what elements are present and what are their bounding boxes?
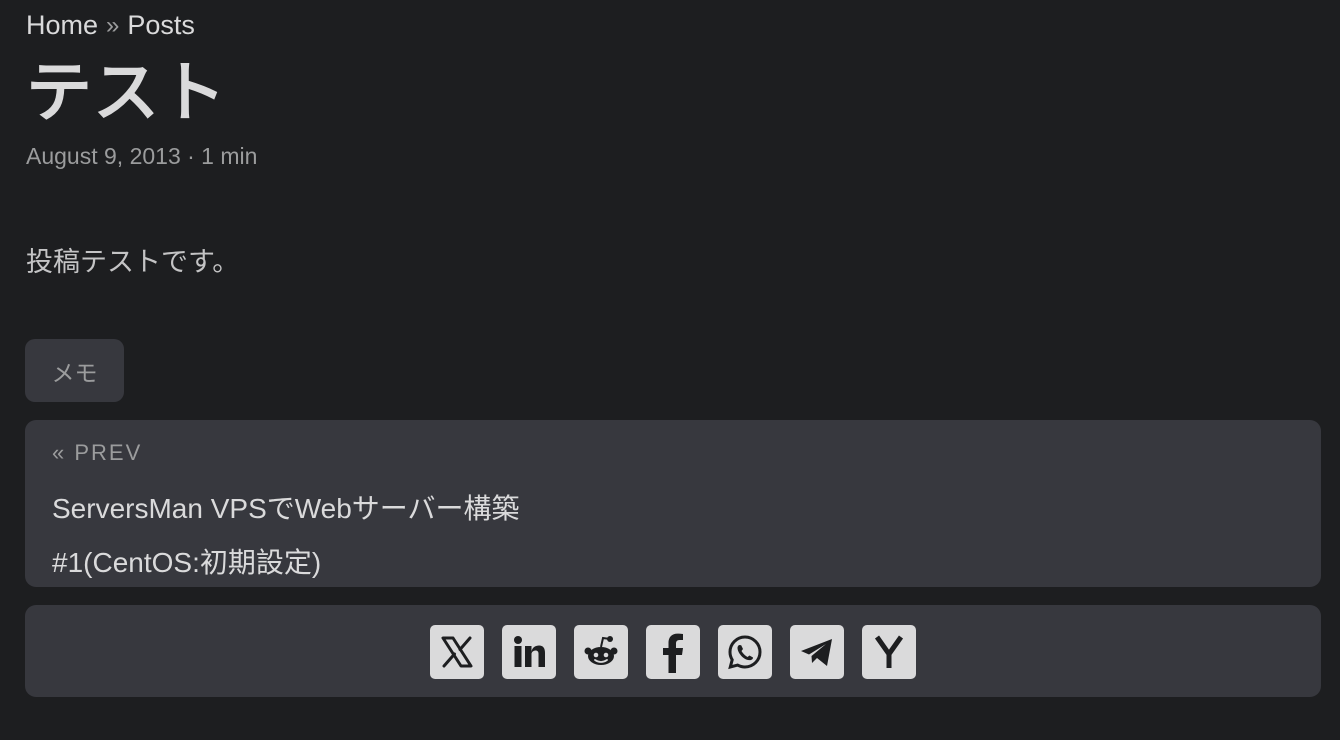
- share-linkedin-button[interactable]: [502, 625, 556, 679]
- prev-label: « PREV: [52, 440, 143, 465]
- prev-post-title-line1: ServersMan VPSでWebサーバー構築: [52, 493, 520, 524]
- reddit-icon: [584, 636, 618, 665]
- x-twitter-icon: [441, 636, 473, 668]
- ycombinator-icon: [874, 635, 904, 668]
- post-title: テスト: [26, 55, 227, 129]
- linkedin-icon: [514, 636, 545, 667]
- breadcrumb-posts-link[interactable]: Posts: [127, 10, 195, 41]
- breadcrumb-home-link[interactable]: Home: [26, 10, 98, 41]
- share-icons: [430, 625, 916, 679]
- share-facebook-button[interactable]: [646, 625, 700, 679]
- share-reddit-button[interactable]: [574, 625, 628, 679]
- prev-post-title: ServersMan VPSでWebサーバー構築 #1(CentOS:初期設定): [52, 482, 612, 590]
- telegram-icon: [801, 639, 832, 666]
- prev-post-link[interactable]: « PREV ServersMan VPSでWebサーバー構築 #1(CentO…: [25, 420, 1321, 587]
- prev-post-title-line2: #1(CentOS:初期設定): [52, 547, 322, 578]
- tag-memo[interactable]: メモ: [25, 339, 124, 402]
- share-ycombinator-button[interactable]: [862, 625, 916, 679]
- share-buttons-bar: [25, 605, 1321, 697]
- breadcrumb-separator: »: [106, 11, 120, 39]
- share-whatsapp-button[interactable]: [718, 625, 772, 679]
- breadcrumb: Home » Posts: [26, 10, 195, 41]
- share-x-button[interactable]: [430, 625, 484, 679]
- whatsapp-icon: [728, 635, 762, 670]
- share-telegram-button[interactable]: [790, 625, 844, 679]
- page: Home » Posts テスト August 9, 2013 · 1 min …: [0, 0, 1340, 740]
- post-meta: August 9, 2013 · 1 min: [26, 143, 258, 169]
- post-content: 投稿テストです。: [26, 247, 240, 277]
- facebook-icon: [663, 633, 683, 673]
